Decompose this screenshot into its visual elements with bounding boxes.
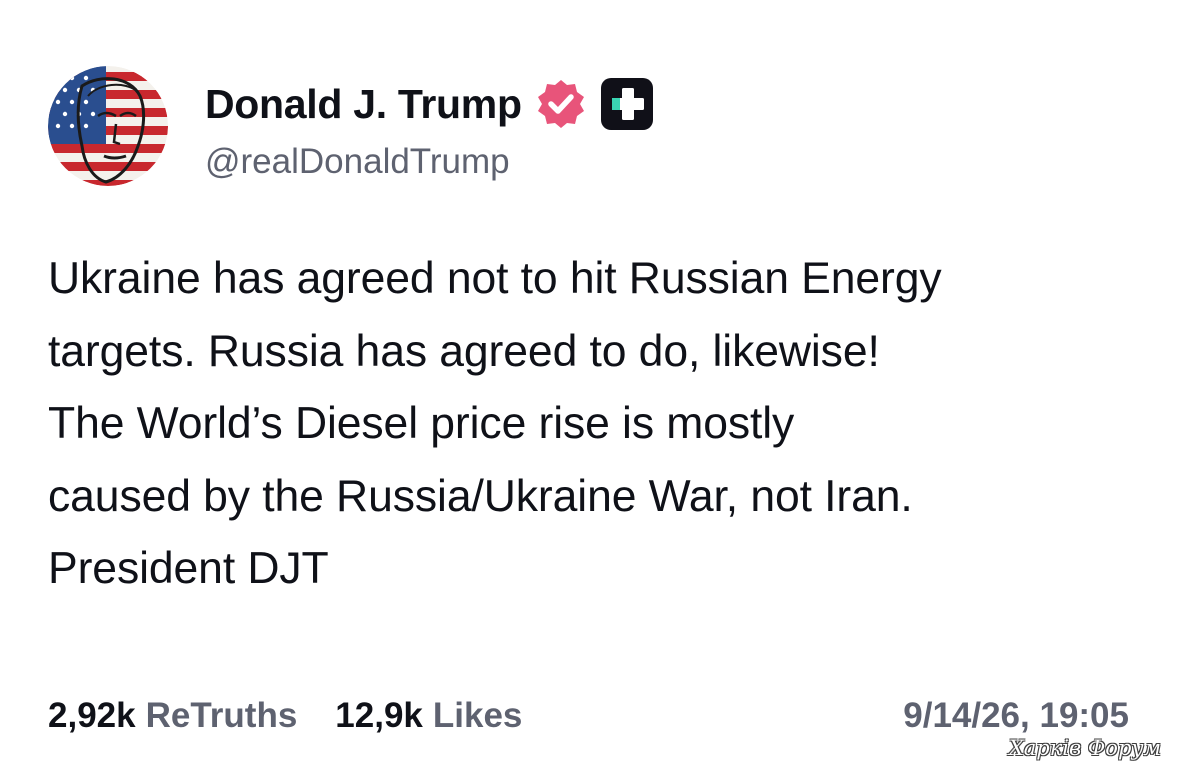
truth-plus-icon[interactable] bbox=[600, 77, 654, 131]
post-text-line: The World’s Diesel price rise is mostly bbox=[48, 399, 795, 448]
post-text-line: caused by the Russia/Ukraine War, not Ir… bbox=[48, 471, 913, 521]
retruths-count: 2,92k bbox=[48, 696, 136, 735]
retruths-stat[interactable]: 2,92k ReTruths bbox=[48, 696, 297, 736]
post-timestamp: 9/14/26, 19:05 bbox=[903, 696, 1129, 735]
avatar[interactable] bbox=[48, 66, 168, 186]
author-display-name[interactable]: Donald J. Trump bbox=[205, 81, 522, 128]
post-text-line: Ukraine has agreed not to hit Russian En… bbox=[48, 254, 942, 303]
post-text-line: President DJT bbox=[48, 544, 329, 593]
post-stats: 2,92k ReTruths 12,9k Likes bbox=[48, 696, 560, 736]
likes-stat[interactable]: 12,9k Likes bbox=[335, 696, 522, 736]
author-name-row: Donald J. Trump bbox=[205, 78, 654, 130]
watermark: Харків Форум bbox=[1008, 736, 1161, 760]
author-handle[interactable]: @realDonaldTrump bbox=[205, 142, 510, 182]
likes-count: 12,9k bbox=[335, 696, 423, 735]
avatar-flag-portrait-icon bbox=[48, 66, 168, 186]
likes-label: Likes bbox=[432, 696, 523, 735]
post-text: Ukraine has agreed not to hit Russian En… bbox=[48, 243, 1148, 606]
post-text-line: targets. Russia has agreed to do, likewi… bbox=[48, 326, 880, 376]
verified-badge-icon bbox=[534, 77, 588, 131]
retruths-label: ReTruths bbox=[145, 696, 298, 735]
